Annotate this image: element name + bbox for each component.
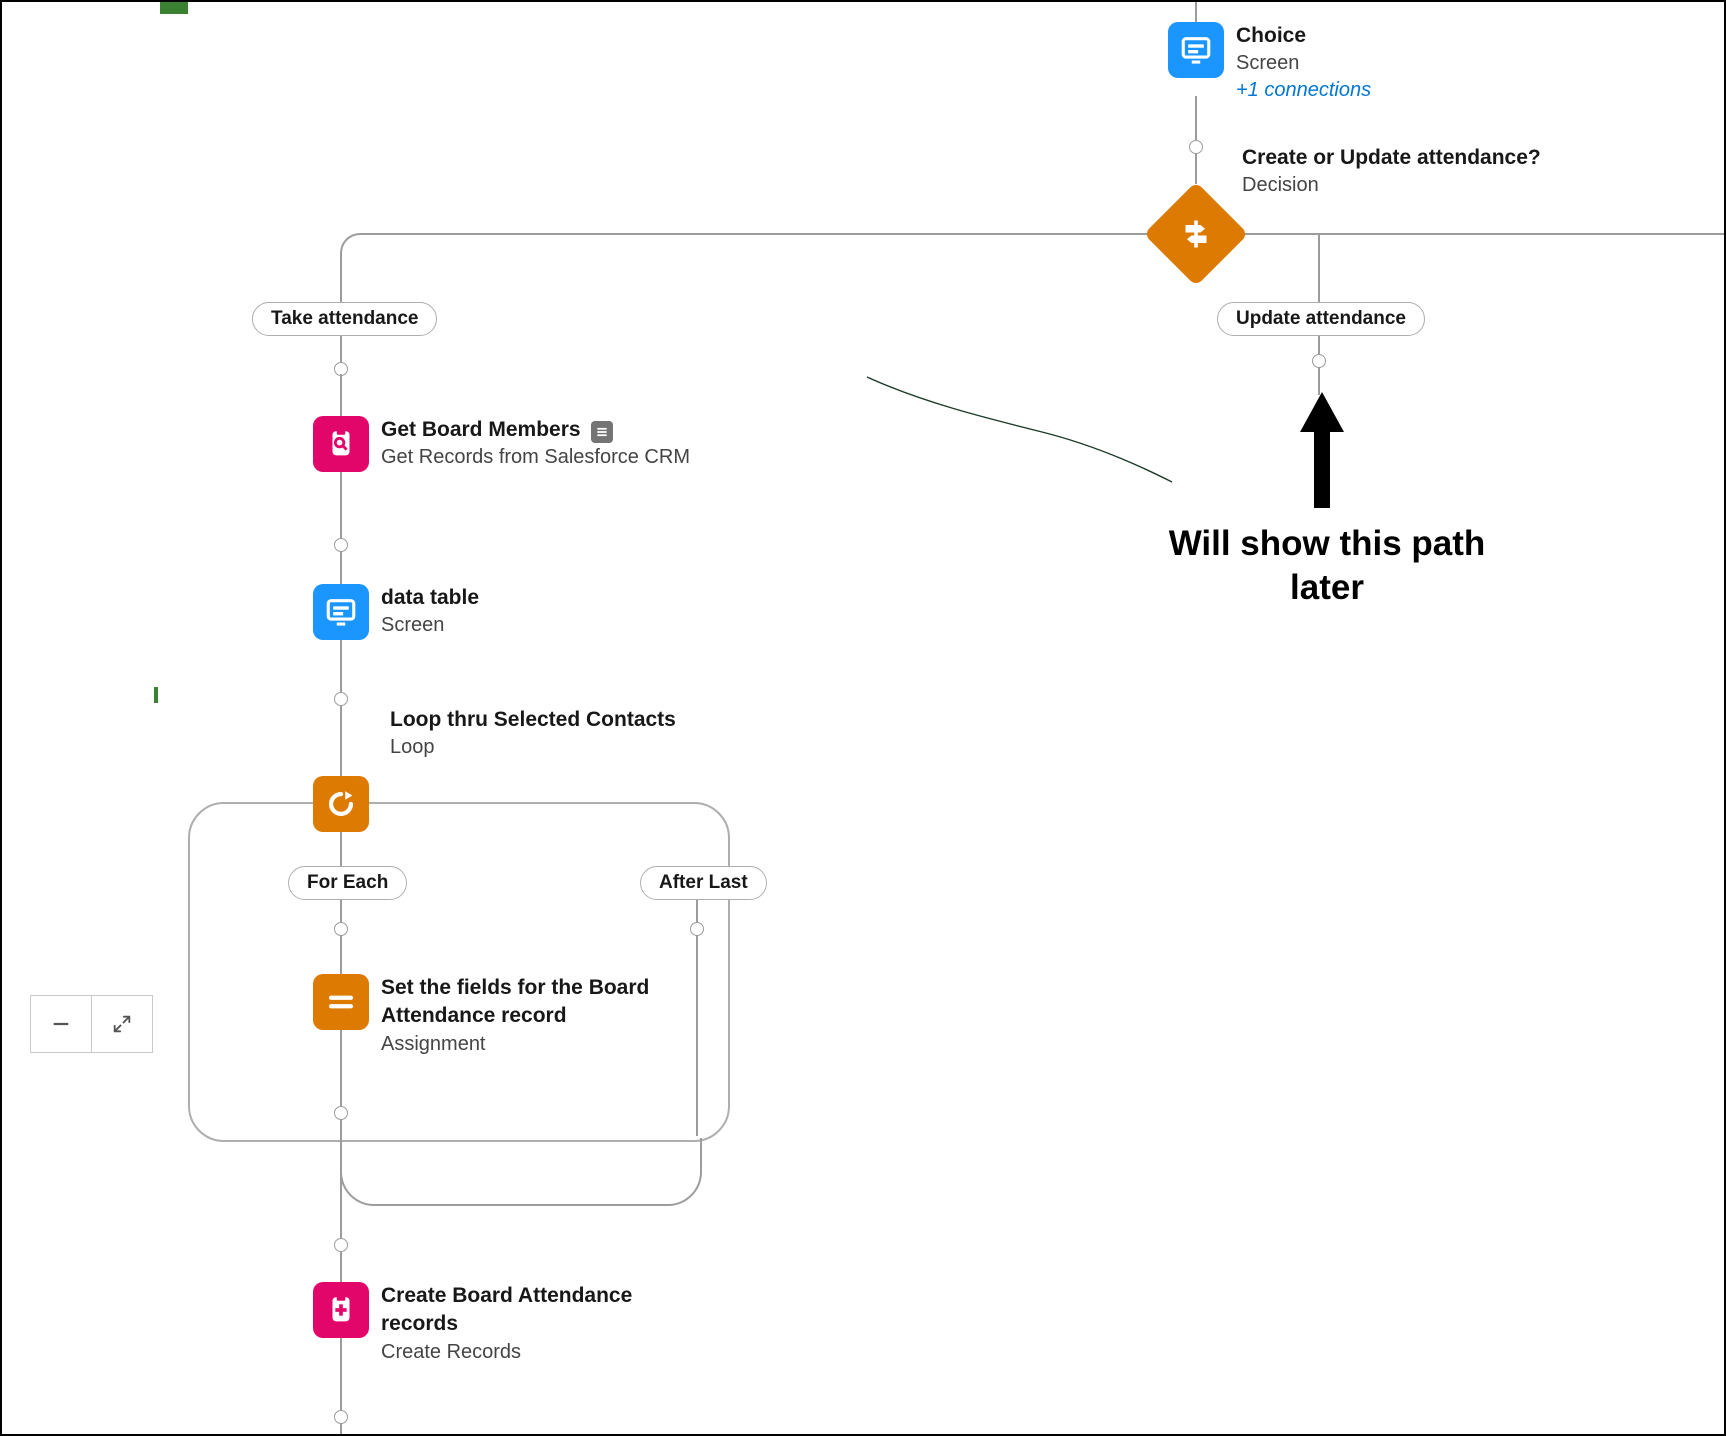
node-subtitle: Get Records from Salesforce CRM — [381, 444, 690, 471]
record-list-icon — [591, 421, 613, 443]
connector-dot — [334, 1238, 348, 1252]
node-title: Create or Update attendance? — [1242, 144, 1541, 172]
node-subtitle: Create Records — [381, 1339, 671, 1366]
node-title: Loop thru Selected Contacts — [390, 706, 676, 734]
connector-corner — [340, 1138, 702, 1206]
freehand-stroke — [862, 372, 1182, 492]
minus-icon — [50, 1013, 72, 1035]
annotation-arrow-icon — [1292, 392, 1352, 510]
annotation-text: Will show this path later — [1142, 522, 1512, 610]
node-subtitle: Screen — [381, 612, 479, 639]
node-decision[interactable]: Create or Update attendance? Decision — [1242, 144, 1541, 199]
node-subtitle: Loop — [390, 734, 676, 761]
node-subtitle: Screen — [1236, 50, 1371, 77]
path-label-take-attendance[interactable]: Take attendance — [252, 302, 437, 336]
create-records-icon — [313, 1282, 369, 1338]
node-subtitle: Assignment — [381, 1031, 671, 1058]
node-get-board-members[interactable]: Get Board Members Get Records from Sales… — [313, 416, 690, 472]
node-title: Set the fields for the Board Attendance … — [381, 974, 671, 1031]
connector-dot — [1312, 354, 1326, 368]
connector-dot — [334, 692, 348, 706]
node-create-records[interactable]: Create Board Attendance records Create R… — [313, 1282, 671, 1366]
node-title: Choice — [1236, 22, 1371, 50]
loop-icon[interactable] — [313, 776, 369, 832]
path-label-after-last[interactable]: After Last — [640, 866, 767, 900]
zoom-fit-button[interactable] — [92, 996, 152, 1052]
green-fragment — [160, 2, 188, 14]
node-title: Create Board Attendance records — [381, 1282, 671, 1339]
node-data-table[interactable]: data table Screen — [313, 584, 479, 640]
connector — [1234, 233, 1726, 235]
zoom-out-button[interactable] — [31, 996, 92, 1052]
node-title: Get Board Members — [381, 418, 581, 441]
connector-dot — [690, 922, 704, 936]
expand-icon — [111, 1013, 133, 1035]
connector-dot — [334, 538, 348, 552]
screen-icon — [1168, 22, 1224, 78]
flow-canvas[interactable]: Choice Screen +1 connections Create or U… — [0, 0, 1726, 1436]
connector — [360, 233, 1158, 235]
node-assignment[interactable]: Set the fields for the Board Attendance … — [313, 974, 671, 1058]
node-title: data table — [381, 584, 479, 612]
connector-corner — [340, 233, 362, 255]
node-connections-link[interactable]: +1 connections — [1236, 77, 1371, 104]
node-subtitle: Decision — [1242, 172, 1541, 199]
assignment-icon — [313, 974, 369, 1030]
path-label-for-each[interactable]: For Each — [288, 866, 407, 900]
path-label-update-attendance[interactable]: Update attendance — [1217, 302, 1425, 336]
loop-container — [188, 802, 730, 1142]
get-records-icon — [313, 416, 369, 472]
green-fragment — [154, 687, 158, 703]
connector — [1318, 235, 1320, 303]
node-loop[interactable]: Loop thru Selected Contacts Loop — [390, 706, 676, 761]
screen-icon — [313, 584, 369, 640]
connector-dot — [334, 1410, 348, 1424]
node-choice[interactable]: Choice Screen +1 connections — [1168, 22, 1371, 104]
signpost-icon — [1178, 216, 1214, 252]
connector-dot — [1189, 140, 1203, 154]
node-decision-icon[interactable] — [1144, 182, 1249, 287]
connector — [1195, 2, 1197, 22]
zoom-controls — [30, 995, 153, 1053]
